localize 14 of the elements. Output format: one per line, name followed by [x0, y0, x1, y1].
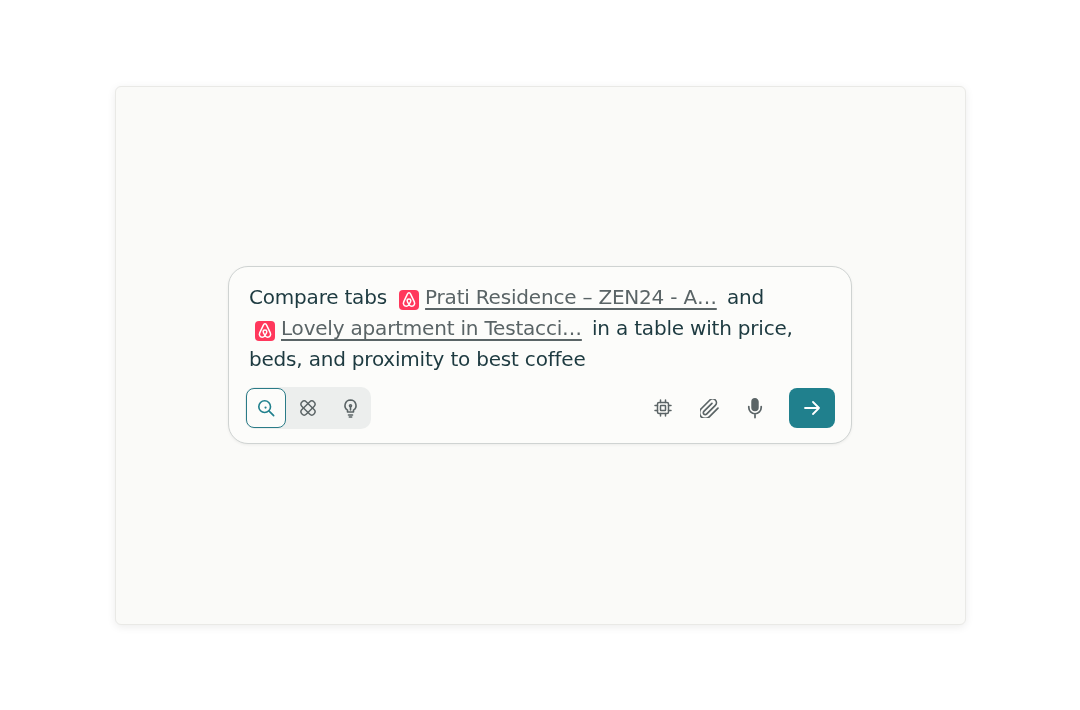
microphone-icon	[747, 397, 763, 419]
loop-logo-icon	[255, 320, 275, 341]
loop-logo-icon	[399, 289, 420, 310]
tab-link[interactable]: Lovely apartment in Testacci…	[281, 316, 582, 340]
tab-link[interactable]: Prati Residence – ZEN24 - A…	[425, 285, 717, 309]
crossed-loops-icon	[299, 399, 317, 417]
paperclip-icon	[699, 398, 719, 418]
mode-tab[interactable]	[246, 388, 286, 428]
chip-icon	[654, 399, 672, 417]
arrow-right-icon	[804, 401, 820, 415]
prompt-field[interactable]: Compare tabs Prati Residence – ZEN24 - A… and Lovely apartment in Testacci… in a table with price, beds, and proximity to best coffee	[245, 282, 835, 375]
send-button[interactable]	[789, 388, 835, 428]
search-icon	[257, 399, 275, 417]
lightbulb-icon	[342, 398, 358, 418]
